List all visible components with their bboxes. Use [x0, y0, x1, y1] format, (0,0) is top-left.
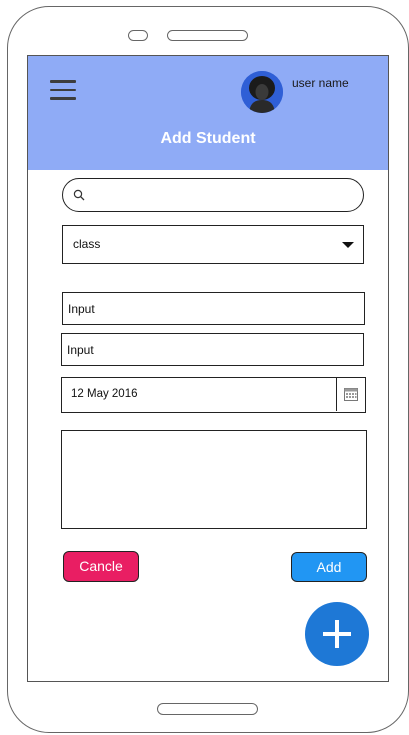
class-select-value: class	[73, 237, 101, 251]
date-value: 12 May 2016	[71, 388, 138, 400]
speaker-bar	[167, 30, 248, 41]
caret-down-icon	[342, 242, 354, 248]
class-select[interactable]: class	[62, 225, 364, 264]
text-input-1[interactable]: Input	[62, 292, 365, 325]
app-header: user name Add Student	[28, 56, 388, 170]
plus-icon	[323, 620, 351, 648]
date-picker[interactable]: 12 May 2016	[61, 377, 366, 413]
hamburger-menu-icon[interactable]	[50, 80, 76, 100]
cancel-button[interactable]: Cancle	[63, 551, 139, 582]
add-button[interactable]: Add	[291, 552, 367, 582]
add-fab-button[interactable]	[305, 602, 369, 666]
camera-dot	[128, 30, 148, 41]
calendar-button[interactable]	[336, 378, 365, 411]
search-icon	[73, 189, 85, 201]
app-screen: user name Add Student class Input Input …	[27, 55, 389, 682]
page-title: Add Student	[160, 130, 256, 147]
home-indicator[interactable]	[157, 703, 258, 715]
user-name-label: user name	[292, 76, 349, 90]
calendar-icon	[344, 388, 358, 401]
user-avatar[interactable]	[241, 71, 283, 113]
search-input[interactable]	[62, 178, 364, 212]
notes-textarea[interactable]	[61, 430, 367, 529]
text-input-2[interactable]: Input	[61, 333, 364, 366]
